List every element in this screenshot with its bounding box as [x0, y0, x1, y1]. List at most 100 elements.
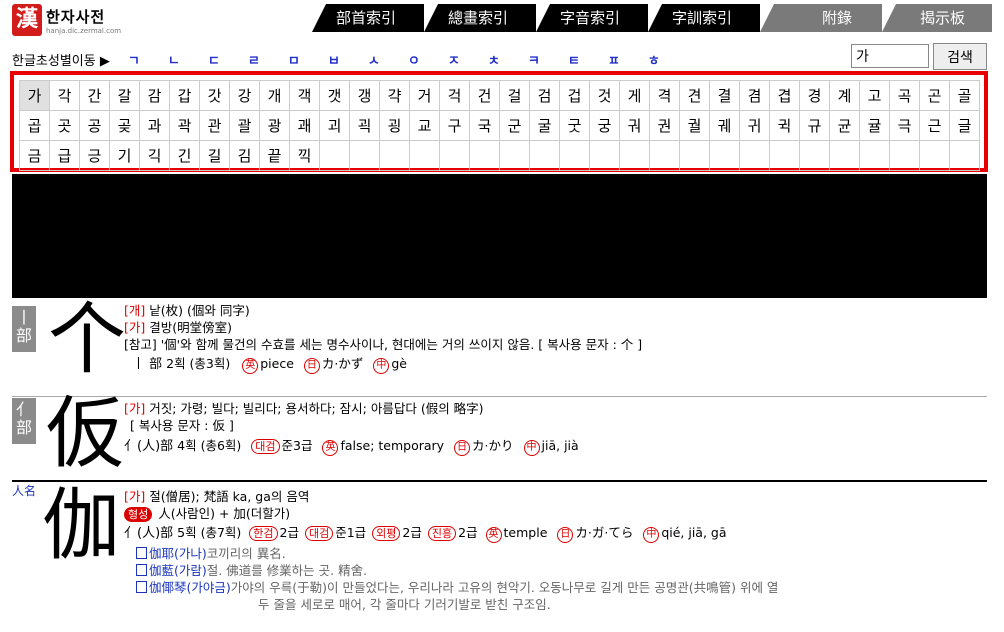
syllable-cell[interactable]: 가	[19, 80, 50, 111]
syllable-cell[interactable]: 구	[439, 110, 470, 141]
word-item[interactable]: 伽藍(가람)절. 佛道를 修業하는 곳. 精舍.	[136, 562, 778, 579]
syllable-cell[interactable]: 글	[949, 110, 980, 141]
chosung-link[interactable]: ㄴ	[168, 50, 208, 69]
syllable-cell[interactable]: 긴	[169, 140, 200, 171]
syllable-cell[interactable]: 공	[79, 110, 110, 141]
tab-radical-index[interactable]: 部首索引	[312, 4, 424, 32]
syllable-cell[interactable]: 갹	[379, 80, 410, 111]
syllable-cell[interactable]: 균	[829, 110, 860, 141]
syllable-cell[interactable]: 곡	[889, 80, 920, 111]
syllable-cell[interactable]: 끽	[289, 140, 320, 171]
syllable-cell[interactable]: 끝	[259, 140, 290, 171]
chosung-link[interactable]: ㄷ	[208, 50, 248, 69]
tab-sound-index[interactable]: 字音索引	[536, 4, 648, 32]
syllable-cell[interactable]: 거	[409, 80, 440, 111]
syllable-cell[interactable]: 귁	[769, 110, 800, 141]
syllable-cell[interactable]: 근	[919, 110, 950, 141]
syllable-cell[interactable]: 것	[589, 80, 620, 111]
syllable-cell[interactable]: 교	[409, 110, 440, 141]
syllable-cell[interactable]: 겁	[559, 80, 590, 111]
search-input[interactable]	[851, 44, 929, 68]
tab-meaning-index[interactable]: 字訓索引	[648, 4, 760, 32]
chosung-link[interactable]: ㅍ	[608, 50, 648, 69]
syllable-cell[interactable]: 곳	[49, 110, 80, 141]
syllable-cell[interactable]: 계	[829, 80, 860, 111]
syllable-cell[interactable]: 굉	[379, 110, 410, 141]
syllable-cell[interactable]: 긍	[79, 140, 110, 171]
syllable-cell[interactable]: 귤	[859, 110, 890, 141]
syllable-cell[interactable]: 경	[799, 80, 830, 111]
syllable-cell[interactable]: 건	[469, 80, 500, 111]
syllable-cell[interactable]: 간	[79, 80, 110, 111]
word-link[interactable]: 伽藍(가람)	[149, 563, 207, 578]
syllable-cell[interactable]: 궁	[589, 110, 620, 141]
syllable-cell[interactable]: 견	[679, 80, 710, 111]
word-link[interactable]: 伽耶(가나)	[149, 546, 207, 561]
syllable-cell[interactable]: 귀	[739, 110, 770, 141]
syllable-cell[interactable]: 길	[199, 140, 230, 171]
syllable-cell[interactable]: 개	[259, 80, 290, 111]
syllable-cell[interactable]: 게	[619, 80, 650, 111]
syllable-cell[interactable]: 감	[139, 80, 170, 111]
syllable-cell[interactable]: 김	[229, 140, 260, 171]
syllable-cell[interactable]: 갯	[319, 80, 350, 111]
tab-board[interactable]: 揭示板	[882, 4, 992, 32]
syllable-cell[interactable]: 곱	[19, 110, 50, 141]
syllable-cell[interactable]: 권	[649, 110, 680, 141]
syllable-cell[interactable]: 괴	[319, 110, 350, 141]
syllable-cell[interactable]: 골	[949, 80, 980, 111]
syllable-cell[interactable]: 갱	[349, 80, 380, 111]
search-button[interactable]: 검색	[933, 43, 987, 70]
chosung-link[interactable]: ㅋ	[528, 50, 568, 69]
chosung-link[interactable]: ㅂ	[328, 50, 368, 69]
syllable-cell[interactable]: 궈	[619, 110, 650, 141]
syllable-cell[interactable]: 급	[49, 140, 80, 171]
tab-stroke-index[interactable]: 總畫索引	[424, 4, 536, 32]
site-logo[interactable]: 漢 한자사전 hanja.dic.zermal.com	[12, 4, 121, 36]
syllable-cell[interactable]: 격	[649, 80, 680, 111]
syllable-cell[interactable]: 각	[49, 80, 80, 111]
syllable-cell[interactable]: 기	[109, 140, 140, 171]
syllable-cell[interactable]: 갓	[199, 80, 230, 111]
syllable-cell[interactable]: 걱	[439, 80, 470, 111]
syllable-cell[interactable]: 괘	[289, 110, 320, 141]
word-link[interactable]: 伽倻琴(가야금)	[149, 580, 231, 595]
tab-appendix[interactable]: 附錄	[760, 4, 882, 32]
syllable-cell[interactable]: 겸	[739, 80, 770, 111]
syllable-cell[interactable]: 궐	[679, 110, 710, 141]
chosung-link[interactable]: ㅇ	[408, 50, 448, 69]
chosung-link[interactable]: ㅁ	[288, 50, 328, 69]
syllable-cell[interactable]: 군	[499, 110, 530, 141]
syllable-cell[interactable]: 광	[259, 110, 290, 141]
chosung-link[interactable]: ㅌ	[568, 50, 608, 69]
syllable-cell[interactable]: 갑	[169, 80, 200, 111]
syllable-cell[interactable]: 겹	[769, 80, 800, 111]
syllable-cell[interactable]: 곽	[169, 110, 200, 141]
syllable-cell[interactable]: 객	[289, 80, 320, 111]
syllable-cell[interactable]: 결	[709, 80, 740, 111]
syllable-cell[interactable]: 고	[859, 80, 890, 111]
syllable-cell[interactable]: 강	[229, 80, 260, 111]
syllable-cell[interactable]: 걸	[499, 80, 530, 111]
syllable-cell[interactable]: 극	[889, 110, 920, 141]
chosung-link[interactable]: ㅅ	[368, 50, 408, 69]
chosung-link[interactable]: ㅈ	[448, 50, 488, 69]
syllable-cell[interactable]: 굿	[559, 110, 590, 141]
syllable-cell[interactable]: 괄	[229, 110, 260, 141]
syllable-cell[interactable]: 규	[799, 110, 830, 141]
syllable-cell[interactable]: 긱	[139, 140, 170, 171]
word-item[interactable]: 伽耶(가나)코끼리의 異名.	[136, 545, 778, 562]
chosung-link[interactable]: ㅊ	[488, 50, 528, 69]
syllable-cell[interactable]: 과	[139, 110, 170, 141]
chosung-link[interactable]: ㄹ	[248, 50, 288, 69]
chosung-link[interactable]: ㄱ	[128, 50, 168, 69]
syllable-cell[interactable]: 검	[529, 80, 560, 111]
chosung-link[interactable]: ㅎ	[648, 50, 688, 69]
syllable-cell[interactable]: 국	[469, 110, 500, 141]
word-item[interactable]: 伽倻琴(가야금)가야의 우륵(于勒)이 만들었다는, 우리나라 고유의 현악기.…	[136, 579, 778, 596]
syllable-cell[interactable]: 갈	[109, 80, 140, 111]
syllable-cell[interactable]: 곶	[109, 110, 140, 141]
syllable-cell[interactable]: 굴	[529, 110, 560, 141]
syllable-cell[interactable]: 금	[19, 140, 50, 171]
syllable-cell[interactable]: 궤	[709, 110, 740, 141]
